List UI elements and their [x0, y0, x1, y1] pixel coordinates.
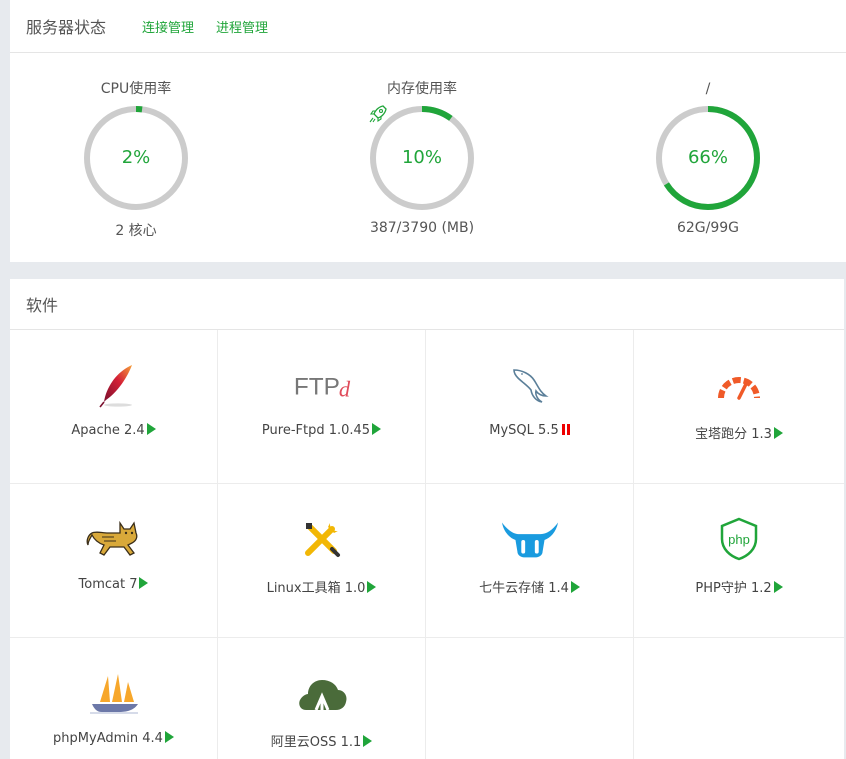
- software-item-bt-benchmark[interactable]: 宝塔跑分 1.3: [634, 330, 844, 484]
- software-label: 宝塔跑分 1.3: [695, 427, 772, 442]
- svg-text:FTP: FTP: [294, 373, 340, 400]
- memory-ring: 10%: [368, 104, 476, 212]
- play-icon[interactable]: [164, 731, 174, 743]
- software-label: Tomcat 7: [78, 577, 138, 592]
- software-item-php-guard[interactable]: php PHP守护 1.2: [634, 484, 844, 638]
- software-label: Linux工具箱 1.0: [266, 581, 366, 596]
- memory-gauge: 内存使用率 10% 387/3790 (MB): [322, 78, 522, 236]
- aliyun-cloud-icon: [299, 680, 347, 712]
- software-label: 七牛云存储 1.4: [479, 581, 569, 596]
- cpu-ring: 2%: [82, 104, 190, 212]
- play-icon[interactable]: [773, 427, 783, 439]
- software-label: phpMyAdmin 4.4: [53, 731, 163, 746]
- play-icon[interactable]: [139, 577, 149, 589]
- disk-ring: 66%: [654, 104, 762, 212]
- ftpd-logo-icon: FTP d: [294, 373, 351, 401]
- play-icon[interactable]: [367, 581, 377, 593]
- php-shield-icon: php: [720, 517, 758, 561]
- qiniu-bull-icon: [501, 522, 559, 558]
- empty-cell: [634, 638, 844, 759]
- process-management-link[interactable]: 进程管理: [216, 17, 268, 36]
- software-item-aliyun-oss[interactable]: 阿里云OSS 1.1: [218, 638, 426, 759]
- play-icon[interactable]: [363, 735, 373, 747]
- memory-percent: 10%: [401, 147, 442, 168]
- tomcat-cat-icon: [86, 520, 138, 556]
- cpu-cores: 2 核心: [115, 223, 157, 239]
- software-item-qiniu[interactable]: 七牛云存储 1.4: [426, 484, 634, 638]
- cpu-gauge: CPU使用率 2% 2 核心: [36, 78, 236, 240]
- cpu-gauge-title: CPU使用率: [100, 81, 172, 97]
- svg-text:d: d: [339, 376, 351, 401]
- software-title: 软件: [10, 279, 844, 330]
- software-label: Pure-Ftpd 1.0.45: [261, 423, 371, 438]
- software-label: 阿里云OSS 1.1: [270, 735, 362, 750]
- status-header: 服务器状态 连接管理 进程管理: [10, 0, 846, 53]
- software-label: MySQL 5.5: [489, 423, 559, 438]
- software-item-phpmyadmin[interactable]: phpMyAdmin 4.4: [10, 638, 218, 759]
- pause-icon[interactable]: [561, 424, 570, 435]
- apache-feather-icon: [99, 365, 132, 408]
- sailboat-icon: [90, 674, 138, 714]
- memory-usage: 387/3790 (MB): [369, 220, 475, 236]
- software-item-linux-toolbox[interactable]: Linux工具箱 1.0: [218, 484, 426, 638]
- software-item-mysql[interactable]: MySQL 5.5: [426, 330, 634, 484]
- software-label: Apache 2.4: [71, 423, 145, 438]
- tools-icon: [305, 523, 340, 557]
- connection-management-link[interactable]: 连接管理: [142, 17, 194, 36]
- rocket-icon[interactable]: [368, 104, 388, 124]
- play-icon[interactable]: [372, 423, 382, 435]
- software-item-tomcat[interactable]: Tomcat 7: [10, 484, 218, 638]
- software-panel: 软件 Apache 2.4 FTP d Pure-Ftpd 1.0.45 MyS…: [10, 279, 844, 759]
- software-item-apache[interactable]: Apache 2.4: [10, 330, 218, 484]
- mysql-dolphin-icon: [513, 369, 549, 403]
- play-icon[interactable]: [570, 581, 580, 593]
- disk-usage: 62G/99G: [676, 220, 740, 236]
- speedometer-icon: [718, 377, 760, 400]
- status-title: 服务器状态: [26, 18, 107, 37]
- cpu-percent: 2%: [121, 147, 151, 168]
- play-icon[interactable]: [773, 581, 783, 593]
- empty-cell: [426, 638, 634, 759]
- server-status-panel: 服务器状态 连接管理 进程管理 CPU使用率 2% 2 核心 内存使用率 10%…: [10, 0, 846, 262]
- disk-gauge: / 66% 62G/99G: [608, 78, 808, 236]
- disk-percent: 66%: [687, 147, 728, 168]
- disk-gauge-title: /: [705, 81, 711, 97]
- memory-gauge-title: 内存使用率: [387, 81, 457, 97]
- software-label: PHP守护 1.2: [695, 581, 772, 596]
- svg-text:php: php: [728, 532, 750, 547]
- software-item-pure-ftpd[interactable]: FTP d Pure-Ftpd 1.0.45: [218, 330, 426, 484]
- play-icon[interactable]: [146, 423, 156, 435]
